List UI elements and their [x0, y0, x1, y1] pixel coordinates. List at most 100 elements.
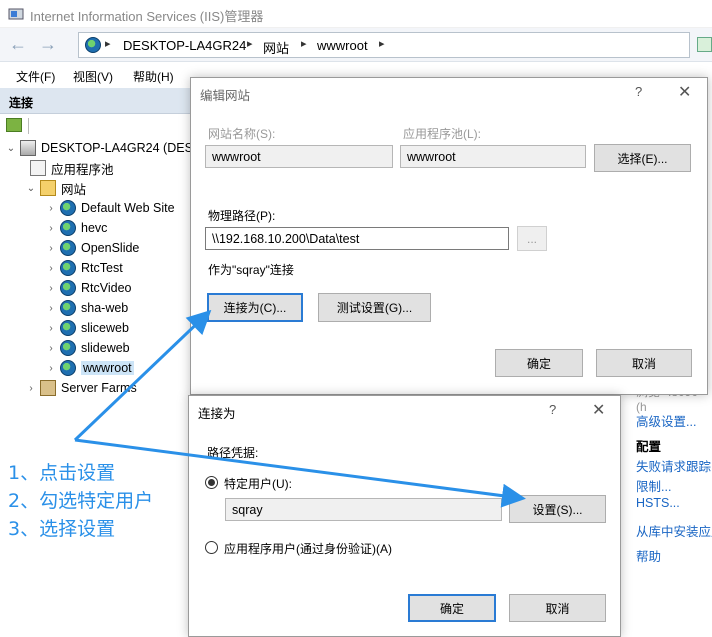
breadcrumb-server[interactable]: DESKTOP-LA4GR24 [123, 38, 246, 53]
physical-path-label: 物理路径(P): [208, 209, 276, 223]
window-title: Internet Information Services (IIS)管理器 [30, 9, 264, 24]
tree-item-server-farms[interactable]: › Server Farms [26, 378, 137, 398]
action-help[interactable]: 帮助 [636, 546, 661, 565]
cancel-button[interactable]: 取消 [596, 349, 692, 377]
expand-chevron-icon[interactable]: › [46, 203, 56, 214]
breadcrumb-separator-icon: ▸ [301, 38, 307, 50]
breadcrumb-separator-icon: ▸ [105, 38, 111, 50]
browse-button[interactable]: ... [517, 226, 547, 251]
expand-chevron-icon[interactable]: › [46, 343, 56, 354]
tree-item-label: 网站 [61, 182, 87, 197]
close-icon[interactable]: ✕ [592, 400, 605, 420]
go-icon[interactable] [697, 37, 712, 52]
globe-icon [60, 320, 76, 336]
actions-config-header: 配置 [636, 440, 662, 454]
expand-chevron-icon[interactable]: › [46, 323, 56, 334]
globe-icon [60, 220, 76, 236]
dialog-title: 连接为 [198, 407, 236, 421]
path-credentials-label: 路径凭据: [207, 446, 259, 460]
back-button[interactable]: ← [6, 34, 30, 56]
expand-chevron-icon[interactable]: › [46, 363, 56, 374]
globe-icon [60, 240, 76, 256]
application-user-label[interactable]: 应用程序用户(通过身份验证)(A) [224, 540, 392, 557]
expand-chevron-icon[interactable]: › [26, 383, 36, 394]
sites-folder-icon [40, 180, 56, 196]
tree-item-server[interactable]: ⌄ DESKTOP-LA4GR24 (DES [6, 138, 193, 158]
tree-item-app-pools[interactable]: 应用程序池 [30, 158, 114, 178]
actions-pane: 浏览 *:8090 (h 高级设置... 配置 失败请求跟踪... 限制... … [632, 385, 712, 637]
expand-chevron-icon[interactable]: › [46, 223, 56, 234]
set-credentials-button[interactable]: 设置(S)... [509, 495, 606, 523]
connections-header: 连接 [0, 88, 195, 114]
globe-icon [85, 37, 101, 53]
test-settings-button[interactable]: 测试设置(G)... [318, 293, 431, 322]
specific-user-label[interactable]: 特定用户(U): [224, 475, 292, 492]
tree-item-default-web-site[interactable]: › Default Web Site [46, 198, 175, 218]
menu-help[interactable]: 帮助(H) [133, 68, 174, 85]
address-bar[interactable]: ▸ DESKTOP-LA4GR24 ▸ 网站 ▸ wwwroot ▸ [78, 32, 690, 58]
menu-file[interactable]: 文件(F) [16, 68, 55, 85]
ok-button[interactable]: 确定 [408, 594, 496, 622]
connect-as-status-text: 作为"sqray"连接 [208, 263, 294, 277]
specific-user-radio[interactable] [205, 476, 218, 489]
collapse-chevron-icon[interactable]: ⌄ [6, 143, 16, 154]
tree-item-sha-web[interactable]: › sha-web [46, 298, 128, 318]
breadcrumb-separator-icon: ▸ [247, 38, 253, 50]
tree-item-rtcvideo[interactable]: › RtcVideo [46, 278, 132, 298]
connect-icon[interactable] [6, 118, 22, 132]
menu-view[interactable]: 视图(V) [73, 68, 113, 85]
help-icon[interactable]: ? [549, 402, 556, 417]
connections-toolbar [0, 114, 195, 138]
tree-item-label: Server Farms [61, 381, 137, 395]
action-install-from-gallery[interactable]: 从库中安装应用... [636, 521, 712, 540]
physical-path-field[interactable]: \\192.168.10.200\Data\test [205, 227, 509, 250]
cancel-button[interactable]: 取消 [509, 594, 606, 622]
breadcrumb-sites[interactable]: 网站 [263, 38, 289, 57]
close-icon[interactable]: ✕ [678, 82, 691, 102]
globe-icon [60, 260, 76, 276]
server-icon [20, 140, 36, 156]
action-limits[interactable]: 限制... [636, 476, 671, 495]
app-pool-field[interactable]: wwwroot [400, 145, 586, 168]
connect-as-button[interactable]: 连接为(C)... [207, 293, 303, 322]
tree-item-label: sha-web [81, 301, 129, 315]
tree-item-openslide[interactable]: › OpenSlide [46, 238, 139, 258]
tree-item-sites[interactable]: ⌄ 网站 [26, 178, 86, 198]
tree-item-label: RtcTest [81, 261, 123, 275]
edit-site-dialog: 编辑网站 ? ✕ 网站名称(S): wwwroot 应用程序池(L): wwwr… [190, 77, 708, 395]
tree-item-wwwroot[interactable]: › wwwroot [46, 358, 134, 378]
connections-title: 连接 [9, 96, 34, 110]
tree-item-rtctest[interactable]: › RtcTest [46, 258, 123, 278]
help-icon[interactable]: ? [635, 84, 642, 99]
ok-button[interactable]: 确定 [495, 349, 583, 377]
select-button[interactable]: 选择(E)... [594, 144, 691, 172]
breadcrumb-separator-icon: ▸ [379, 38, 385, 50]
globe-icon [60, 200, 76, 216]
expand-chevron-icon[interactable]: › [46, 243, 56, 254]
collapse-chevron-icon[interactable]: ⌄ [26, 183, 36, 194]
navigation-bar: ← → ▸ DESKTOP-LA4GR24 ▸ 网站 ▸ wwwroot ▸ [0, 28, 712, 62]
expand-chevron-icon[interactable]: › [46, 283, 56, 294]
application-user-radio[interactable] [205, 541, 218, 554]
app-pool-icon [30, 160, 46, 176]
tree-item-label: Default Web Site [81, 201, 175, 215]
iis-app-icon [8, 8, 24, 20]
forward-button[interactable]: → [36, 34, 60, 56]
action-hsts[interactable]: HSTS... [636, 496, 680, 510]
expand-chevron-icon[interactable]: › [46, 263, 56, 274]
annotation-step-2: 2、勾选特定用户 [8, 490, 154, 512]
tree-item-label: 应用程序池 [51, 162, 114, 177]
app-pool-label: 应用程序池(L): [403, 127, 482, 141]
connections-pane: 连接 ⌄ DESKTOP-LA4GR24 (DES 应用程序池 ⌄ 网站 › D… [0, 88, 195, 637]
action-advanced-settings[interactable]: 高级设置... [636, 411, 696, 430]
site-name-field[interactable]: wwwroot [205, 145, 393, 168]
tree-item-sliceweb[interactable]: › sliceweb [46, 318, 129, 338]
annotation-step-3: 3、选择设置 [8, 518, 116, 540]
tree-item-slideweb[interactable]: › slideweb [46, 338, 130, 358]
action-failed-request-tracing[interactable]: 失败请求跟踪... [636, 456, 712, 475]
tree-item-hevc[interactable]: › hevc [46, 218, 107, 238]
username-field[interactable]: sqray [225, 498, 502, 521]
expand-chevron-icon[interactable]: › [46, 303, 56, 314]
site-name-label: 网站名称(S): [208, 127, 276, 141]
breadcrumb-wwwroot[interactable]: wwwroot [317, 38, 368, 53]
